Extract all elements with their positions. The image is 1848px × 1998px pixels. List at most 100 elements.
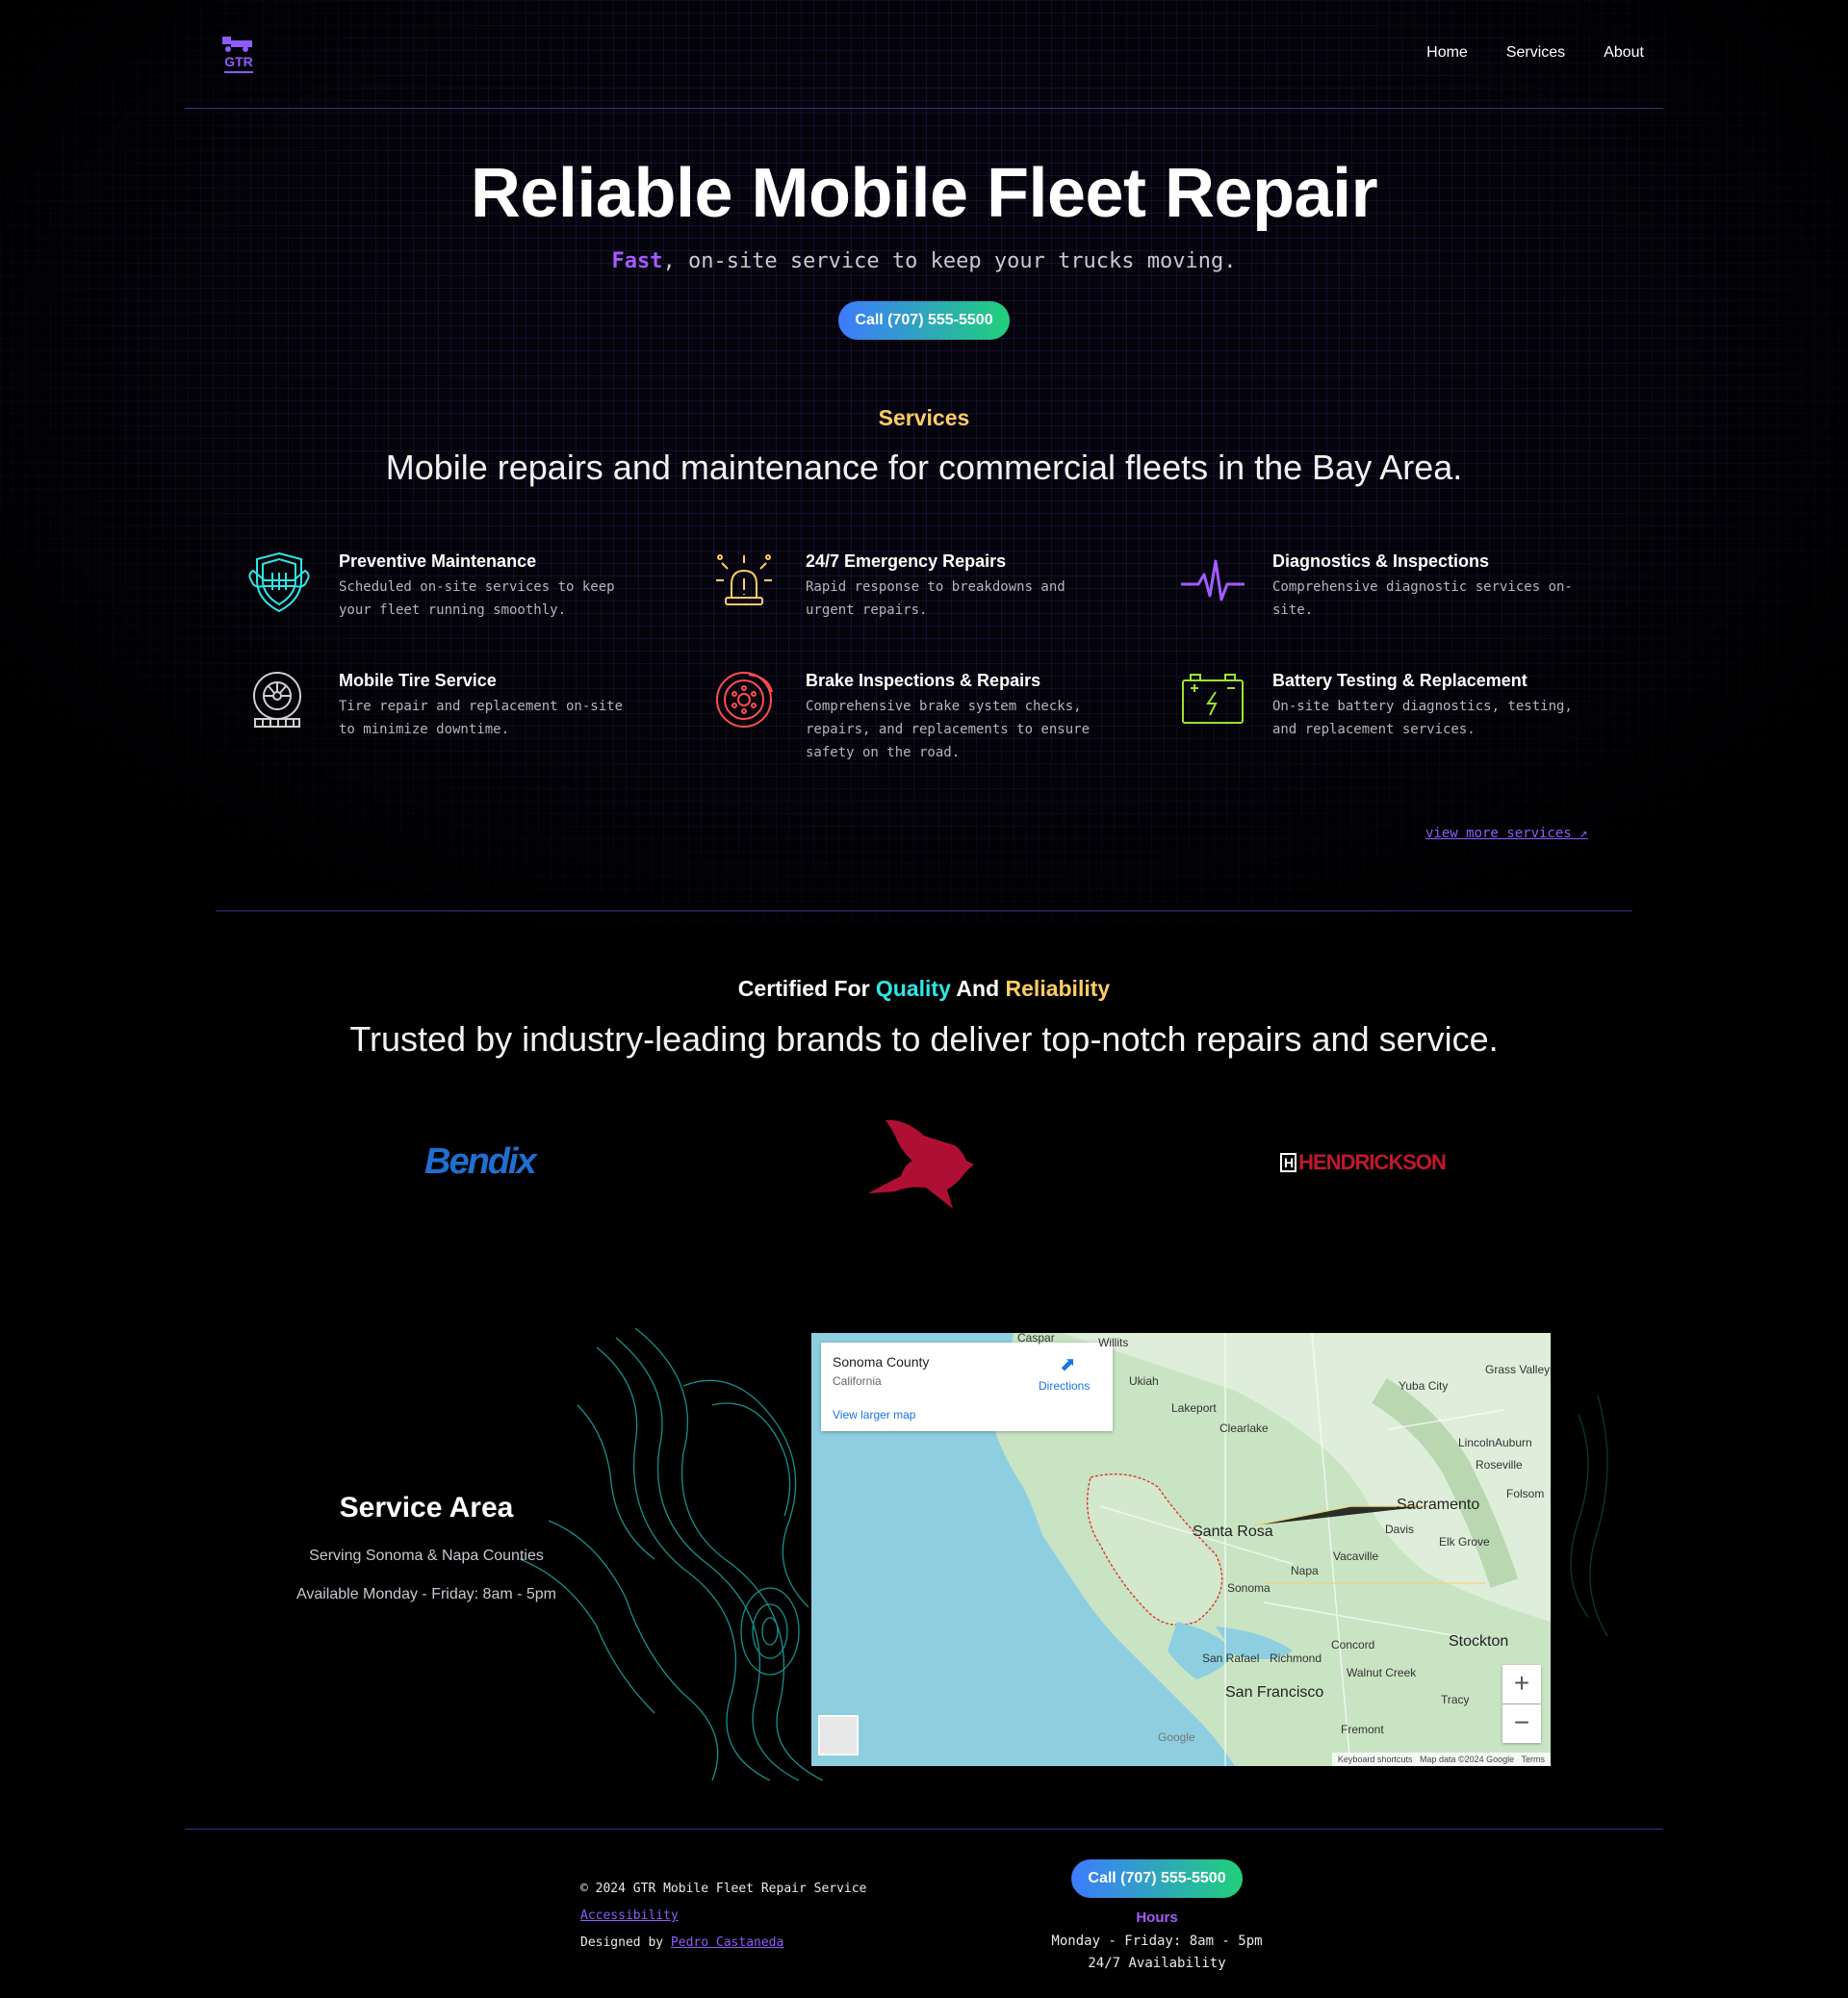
hero-call-button[interactable]: Call (707) 555-5500	[838, 301, 1010, 340]
service-area-counties: Serving Sonoma & Napa Counties	[309, 1548, 544, 1564]
map-label: Sacramento	[1397, 1497, 1480, 1513]
footer-divider	[185, 1829, 1663, 1830]
service-item: Diagnostics & Inspections Comprehensive …	[1179, 551, 1622, 657]
map-label: Stockton	[1449, 1633, 1509, 1650]
service-title: Diagnostics & Inspections	[1272, 551, 1490, 571]
google-map-embed[interactable]: Sonoma County California ⬈ Directions Vi…	[811, 1333, 1551, 1766]
map-label: Concord	[1331, 1638, 1375, 1652]
service-desc: Rapid response to breakdowns and urgent …	[806, 579, 1065, 618]
certified-label-and: And	[950, 976, 1006, 1001]
bendix-logo: Bendix	[424, 1141, 537, 1182]
logo-text: GTR	[224, 54, 253, 69]
hendrickson-mark: H	[1280, 1153, 1297, 1172]
map-label: Clearlake	[1219, 1422, 1269, 1435]
service-title: Battery Testing & Replacement	[1272, 671, 1527, 690]
footer-credit: Designed by Pedro Castaneda	[580, 1935, 783, 1950]
service-item: Mobile Tire Service Tire repair and repl…	[245, 671, 688, 777]
map-view-larger-link[interactable]: View larger map	[833, 1408, 915, 1422]
accessibility-link[interactable]: Accessibility	[580, 1908, 679, 1923]
service-desc: Tire repair and replacement on-site to m…	[339, 699, 624, 737]
map-label: Caspar	[1017, 1333, 1055, 1345]
map-label: Fremont	[1341, 1723, 1384, 1736]
map-label: Vacaville	[1333, 1550, 1379, 1563]
map-zoom-in-button[interactable]: +	[1502, 1665, 1541, 1703]
directions-icon: ⬈	[1060, 1354, 1076, 1375]
designed-by-label: Designed by	[580, 1935, 671, 1950]
map-info-card: Sonoma County California ⬈ Directions Vi…	[821, 1343, 1113, 1431]
map-region: California	[833, 1374, 882, 1388]
view-more-services-label: view more services	[1425, 826, 1572, 841]
service-desc: Comprehensive diagnostic services on-sit…	[1272, 579, 1573, 618]
certified-label: Certified For Quality And Reliability	[0, 976, 1848, 1002]
service-item: Preventive Maintenance Scheduled on-site…	[245, 551, 688, 657]
map-label: Richmond	[1270, 1652, 1322, 1665]
footer-accessibility: Accessibility	[580, 1908, 679, 1923]
nav-services[interactable]: Services	[1506, 44, 1565, 62]
section-divider	[216, 910, 1632, 911]
arrow-up-right-icon: ↗	[1579, 826, 1588, 841]
service-item: 24/7 Emergency Repairs Rapid response to…	[712, 551, 1155, 657]
footer-call-button[interactable]: Call (707) 555-5500	[1071, 1859, 1243, 1898]
hero-subtitle-accent: Fast	[611, 249, 663, 273]
gtr-logo[interactable]: GTR	[217, 33, 261, 77]
designer-link[interactable]: Pedro Castaneda	[671, 1935, 783, 1950]
battery-icon	[1182, 674, 1244, 724]
service-title: Mobile Tire Service	[339, 671, 497, 690]
certified-label-a: Certified For	[737, 976, 876, 1001]
map-label: Grass Valley	[1485, 1363, 1551, 1376]
main-nav: Home Services About	[1426, 44, 1644, 62]
map-label: Folsom	[1506, 1487, 1545, 1500]
map-label: Auburn	[1495, 1436, 1532, 1449]
service-title: Brake Inspections & Repairs	[806, 671, 1041, 690]
map-label: Napa	[1291, 1564, 1319, 1577]
services-heading: Mobile repairs and maintenance for comme…	[385, 448, 1463, 487]
brake-disc-icon	[716, 672, 773, 728]
nav-about[interactable]: About	[1604, 44, 1644, 62]
hendrickson-text: HENDRICKSON	[1298, 1150, 1447, 1174]
footer-hours-label: Hours	[1136, 1909, 1178, 1926]
map-label: Lakeport	[1171, 1401, 1217, 1415]
map-label: Davis	[1385, 1523, 1415, 1536]
service-title: Preventive Maintenance	[339, 551, 537, 571]
map-directions-link[interactable]: Directions	[1039, 1379, 1090, 1393]
certified-heading: Trusted by industry-leading brands to de…	[349, 1019, 1499, 1059]
service-desc: On-site battery diagnostics, testing, an…	[1272, 699, 1573, 737]
map-label: Elk Grove	[1439, 1535, 1490, 1549]
footer-copyright: © 2024 GTR Mobile Fleet Repair Service	[580, 1882, 867, 1896]
service-desc: Comprehensive brake system checks, repai…	[806, 699, 1091, 760]
map-label: Sonoma	[1227, 1581, 1270, 1595]
footer-hours: Monday - Friday: 8am - 5pm	[1051, 1934, 1263, 1949]
griffin-logo	[868, 1119, 974, 1209]
map-label: Santa Rosa	[1193, 1524, 1273, 1540]
service-area-hours: Available Monday - Friday: 8am - 5pm	[295, 1586, 557, 1602]
map-label: Tracy	[1441, 1693, 1470, 1706]
certified-label-quality: Quality	[875, 976, 951, 1001]
shield-wrench-icon	[248, 551, 310, 613]
footer-availability: 24/7 Availability	[1088, 1956, 1226, 1971]
map-label: Roseville	[1476, 1458, 1523, 1472]
heartbeat-icon	[1181, 559, 1245, 602]
map-label: San Francisco	[1225, 1684, 1324, 1701]
map-label: Lincoln	[1458, 1436, 1496, 1449]
map-label: Yuba City	[1399, 1379, 1449, 1393]
map-label: Ukiah	[1129, 1374, 1159, 1388]
service-item: Brake Inspections & Repairs Comprehensiv…	[712, 671, 1155, 777]
hero-subtitle-rest: , on-site service to keep your trucks mo…	[662, 249, 1237, 273]
map-label: Walnut Creek	[1347, 1666, 1417, 1679]
service-desc: Scheduled on-site services to keep your …	[339, 579, 615, 618]
tire-icon	[253, 672, 301, 728]
map-label: San Rafael	[1202, 1652, 1260, 1665]
service-item: Battery Testing & Replacement On-site ba…	[1179, 671, 1622, 777]
view-more-services-link[interactable]: view more services ↗	[1425, 826, 1588, 841]
service-area-title: Service Area	[339, 1492, 514, 1524]
hendrickson-logo: H HENDRICKSON	[1280, 1150, 1447, 1175]
map-attribution[interactable]: Keyboard shortcuts Map data ©2024 Google…	[1331, 1753, 1551, 1766]
services-label: Services	[878, 405, 970, 430]
certified-label-reliability: Reliability	[1005, 976, 1111, 1001]
site-header: GTR Home Services About	[185, 0, 1663, 109]
hero-title: Reliable Mobile Fleet Repair	[470, 155, 1378, 232]
map-zoom-out-button[interactable]: −	[1502, 1704, 1541, 1743]
google-logo: Google	[1158, 1730, 1195, 1744]
nav-home[interactable]: Home	[1426, 44, 1468, 62]
service-title: 24/7 Emergency Repairs	[806, 551, 1007, 571]
